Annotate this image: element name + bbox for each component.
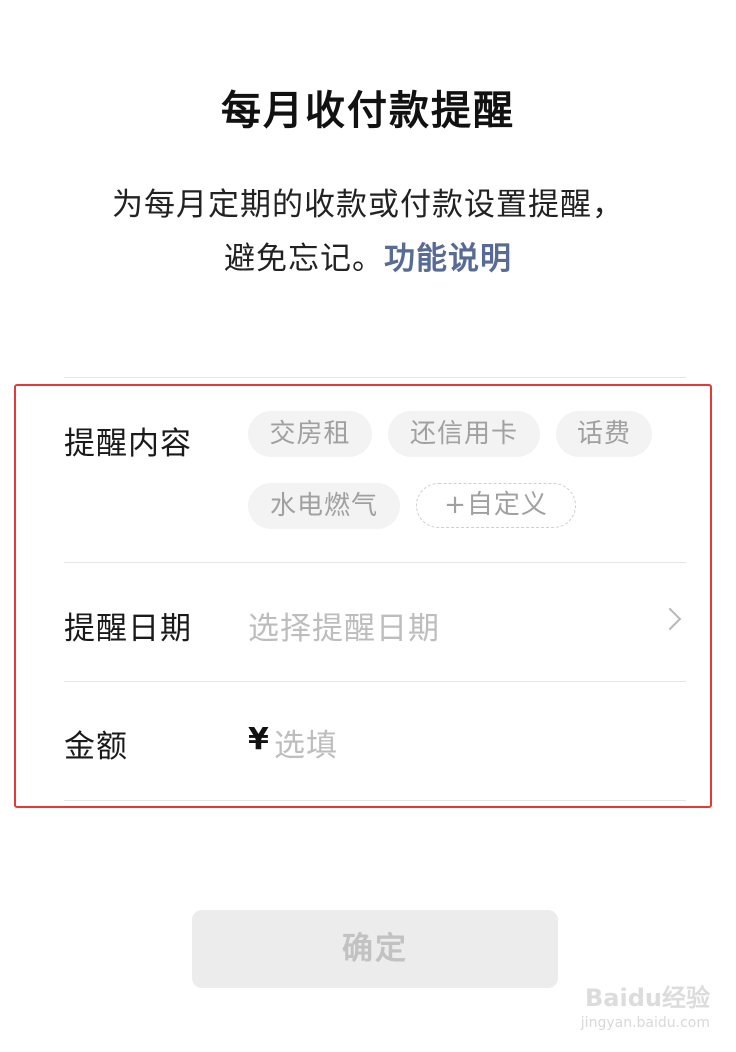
confirm-button[interactable]: 确定 [192,910,558,988]
watermark-sub: jingyan.baidu.com [580,1015,710,1031]
watermark-text: Baidu经验 [585,984,710,1012]
page-description: 为每月定期的收款或付款设置提醒， 避免忘记。功能说明 [60,178,676,286]
description-line-2: 避免忘记。 [224,241,384,277]
description-line-2-wrap: 避免忘记。功能说明 [60,232,676,286]
description-line-1: 为每月定期的收款或付款设置提醒， [112,187,624,223]
highlight-box [14,384,712,808]
form-top-divider [64,377,686,378]
help-link[interactable]: 功能说明 [384,241,512,277]
page-title: 每月收付款提醒 [221,88,515,134]
watermark-logo: Baidu经验 jingyan.baidu.com [560,978,710,1031]
